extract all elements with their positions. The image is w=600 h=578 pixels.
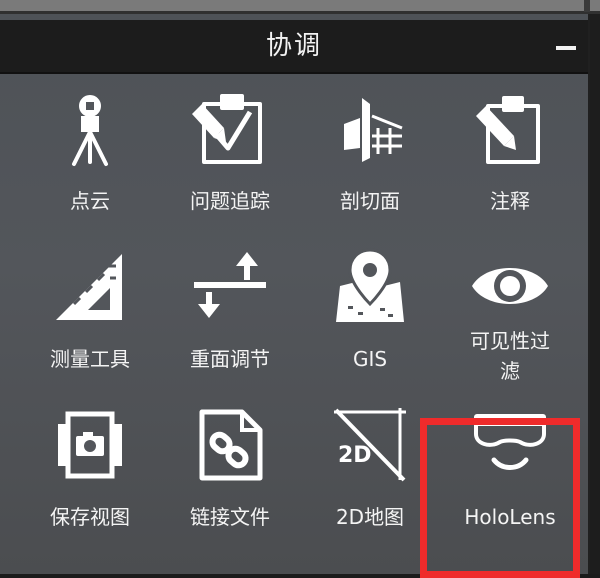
tool-gis[interactable]: GIS: [300, 240, 440, 398]
link-file-icon: [190, 404, 270, 484]
tool-label: 2D地图: [335, 505, 405, 529]
tool-point-cloud[interactable]: 点云: [20, 82, 160, 240]
laser-scanner-icon: [50, 88, 130, 168]
tool-label: GIS: [352, 347, 388, 371]
highlight-frame: [420, 418, 580, 578]
panel-header: 协调: [0, 20, 588, 74]
resize-grip[interactable]: [584, 0, 590, 12]
eye-icon: [470, 246, 550, 326]
tool-label: 注释: [490, 189, 530, 213]
tool-issue-tracking[interactable]: 问题追踪: [160, 82, 300, 240]
collapse-button[interactable]: [552, 32, 580, 60]
tool-annotation[interactable]: 注释: [440, 82, 580, 240]
tool-visibility-filter[interactable]: 可见性过 滤: [440, 240, 580, 398]
camera-view-icon: [50, 404, 130, 484]
tool-label: 测量工具: [50, 347, 130, 371]
tool-label: 点云: [70, 189, 110, 213]
tool-label: 链接文件: [190, 505, 270, 529]
tool-measure[interactable]: 测量工具: [20, 240, 160, 398]
tool-label: 剖切面: [340, 189, 400, 213]
tool-label: 保存视图: [50, 505, 130, 529]
minus-icon: [556, 46, 576, 50]
tool-label: 可见性过 滤: [470, 329, 550, 383]
scrollbar[interactable]: [590, 14, 600, 574]
tool-elevation-adjust[interactable]: 重面调节: [160, 240, 300, 398]
2d-map-icon: 2D: [330, 404, 410, 484]
tool-section-plane[interactable]: 剖切面: [300, 82, 440, 240]
top-strip: [0, 0, 600, 14]
tool-link-file[interactable]: 链接文件: [160, 398, 300, 558]
coordination-panel: 协调 点云 问题追踪 剖切面 注释 测量工具 重面调节 GIS 可见性过 滤 保…: [0, 14, 590, 578]
svg-text:2D: 2D: [338, 443, 372, 468]
map-pin-icon: [330, 246, 410, 326]
section-plane-icon: [330, 88, 410, 168]
tool-label: 问题追踪: [190, 189, 270, 213]
elevation-adjust-icon: [190, 246, 270, 326]
triangle-ruler-icon: [50, 246, 130, 326]
clipboard-check-icon: [190, 88, 270, 168]
tool-save-view[interactable]: 保存视图: [20, 398, 160, 558]
panel-title: 协调: [265, 31, 322, 61]
annotation-clipboard-icon: [470, 88, 550, 168]
tool-2d-map[interactable]: 2D 2D地图: [300, 398, 440, 558]
tool-label: 重面调节: [190, 347, 270, 371]
